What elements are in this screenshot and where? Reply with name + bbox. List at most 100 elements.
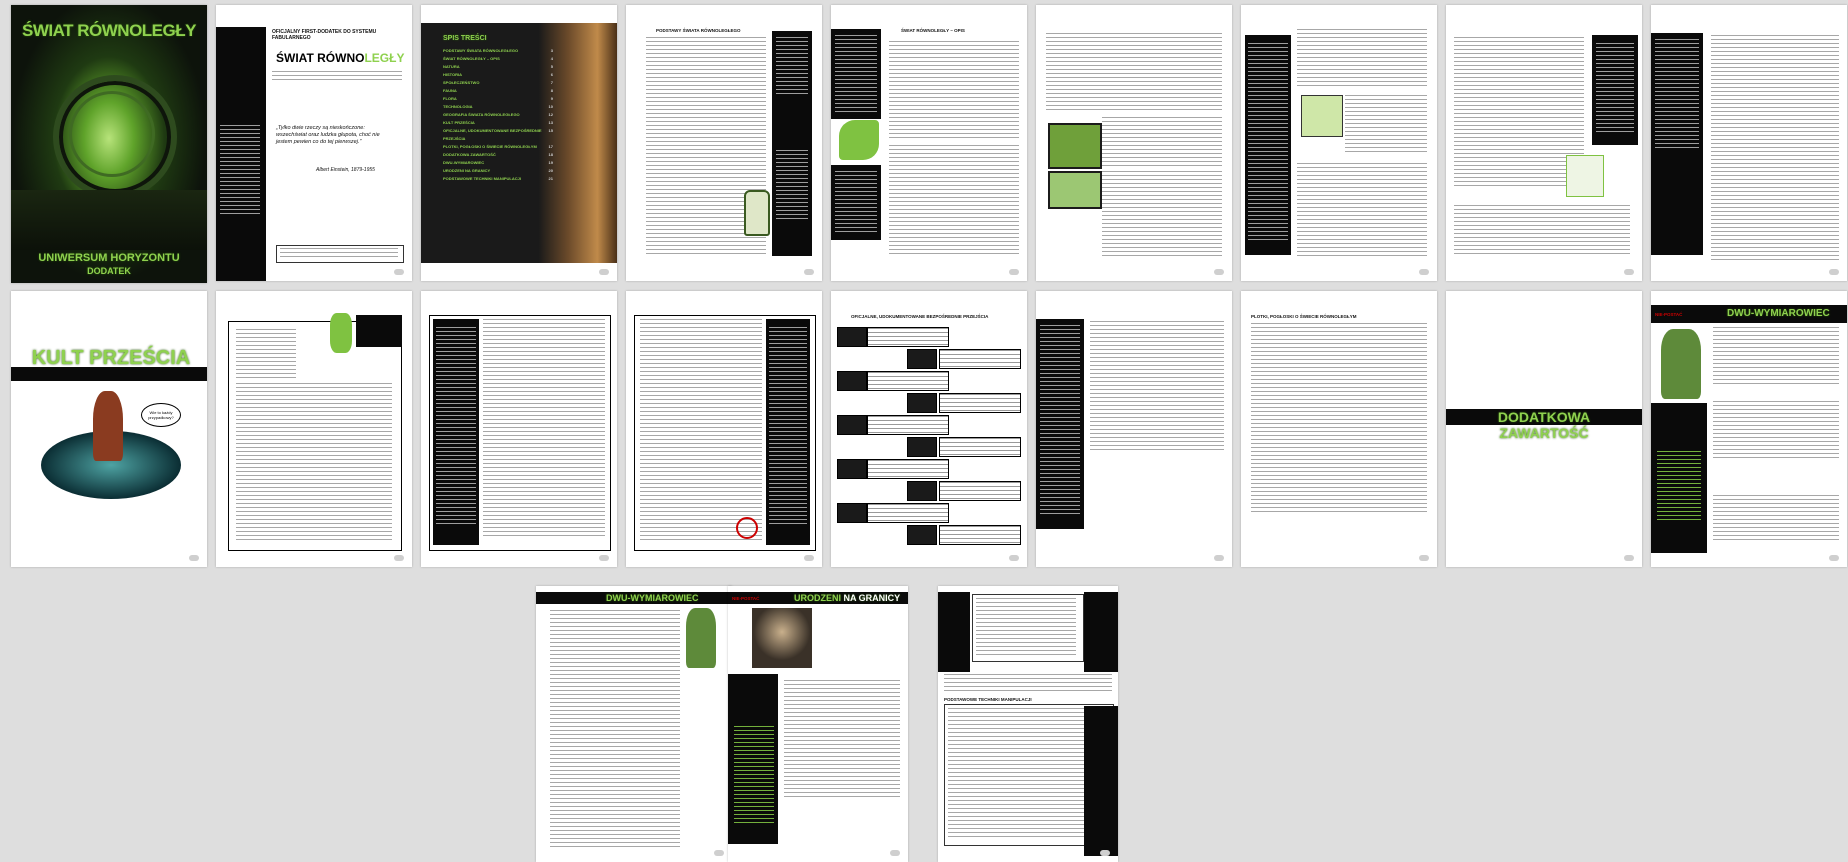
page-thumbnail-20[interactable]: NIE-POSTAĆ URODZENI NA GRANICY [728, 586, 908, 862]
toc-entry-label: HISTORIA [443, 72, 463, 77]
page-thumbnail-11[interactable] [216, 291, 412, 567]
robot-illustration [839, 120, 879, 160]
page-thumbnail-18[interactable]: NIE-POSTAĆ DWU-WYMIAROWIEC [1651, 291, 1847, 567]
toc-entry-page: 6 [550, 72, 553, 77]
toc-entry-label: GEOGRAFIA ŚWIATA RÓWNOLEGŁEGO [443, 112, 520, 117]
page-4-title: PODSTAWY ŚWIATA RÓWNOLEGŁEGO [656, 28, 741, 33]
crossing-thumbnail [837, 327, 867, 347]
page-thumbnail-14[interactable]: OFICJALNE, UDOKUMENTOWANE BEZPOŚREDNIE P… [831, 291, 1027, 567]
toc-entry[interactable]: OFICJALNE, UDOKUMENTOWANE BEZPOŚREDNIE P… [443, 127, 553, 143]
toc-entry[interactable]: DWU-WYMIAROWIEC 19 [443, 159, 553, 167]
logo-part-3: LEGŁY [364, 51, 405, 65]
toc-entry-label: SPOŁECZEŃSTWO [443, 80, 480, 85]
page-thumbnail-8[interactable] [1446, 5, 1642, 281]
page-thumbnail-19[interactable]: DWU-WYMIAROWIEC [536, 586, 732, 862]
toc-entry[interactable]: PODSTAWY ŚWIATA RÓWNOLEGŁEGO 3 [443, 47, 553, 55]
page-number-badge [1214, 555, 1224, 561]
crossing-row [837, 391, 1021, 413]
page-thumbnail-6[interactable] [1036, 5, 1232, 281]
crossing-description [939, 525, 1021, 545]
crossing-thumbnail [907, 349, 937, 369]
page-thumbnail-7[interactable] [1241, 5, 1437, 281]
toc-entry[interactable]: FAUNA 8 [443, 87, 553, 95]
crossing-thumbnail [837, 371, 867, 391]
page-thumbnail-12[interactable] [421, 291, 617, 567]
page-number-badge [1100, 850, 1110, 856]
toc-entry-label: FAUNA [443, 88, 457, 93]
toc-entry-label: OFICJALNE, UDOKUMENTOWANE BEZPOŚREDNIE P… [443, 128, 542, 141]
page-thumbnail-17[interactable]: DODATKOWA ZAWARTOŚĆ [1446, 291, 1642, 567]
toc-entry-page: 10 [548, 104, 553, 109]
toc-title: SPIS TREŚCI [443, 35, 487, 42]
page-number-badge [189, 555, 199, 561]
crossing-row [837, 347, 1021, 369]
toc-entry[interactable]: TECHNOLOGIA 10 [443, 103, 553, 111]
page-thumbnail-2[interactable]: OFICJALNY FIRST-DODATEK DO SYSTEMU FABUL… [216, 5, 412, 281]
toc-entry-page: 12 [548, 112, 553, 117]
toc-entry[interactable]: FLORA 9 [443, 95, 553, 103]
crossing-row [837, 325, 1021, 347]
toc-entry-label: TECHNOLOGIA [443, 104, 473, 109]
toc-entry-label: DODATKOWA ZAWARTOŚĆ [443, 152, 496, 157]
toc-entry-label: KULT PRZEŚCIA [443, 120, 475, 125]
page-14-title: OFICJALNE, UDOKUMENTOWANE BEZPOŚREDNIE P… [851, 314, 989, 319]
page-thumbnail-16[interactable]: PLOTKI, POGŁOSKI O ŚWIECIE RÓWNOLEGŁYM [1241, 291, 1437, 567]
page-number-badge [599, 555, 609, 561]
toc-entry-label: PODSTAWOWE TECHNIKI MANIPULACJI [443, 176, 521, 181]
toc-entry-page: 15 [548, 128, 553, 133]
page-thumbnail-1[interactable]: ŚWIAT RÓWNOLEGŁY UNIWERSUM HORYZONTU DOD… [11, 5, 207, 283]
toc-entry-page: 3 [550, 48, 553, 53]
crossing-description [867, 415, 949, 435]
toc-entry[interactable]: GEOGRAFIA ŚWIATA RÓWNOLEGŁEGO 12 [443, 111, 553, 119]
crossing-thumbnail [907, 437, 937, 457]
toc-entry-page: 18 [548, 152, 553, 157]
page-thumbnail-15[interactable] [1036, 291, 1232, 567]
toc-entry-page: 21 [548, 176, 553, 181]
page-number-badge [804, 269, 814, 275]
crossing-thumbnail [837, 415, 867, 435]
page-20-title-part-1: URODZENI [794, 593, 841, 603]
crossing-row [837, 501, 1021, 523]
crossing-description [867, 371, 949, 391]
toc-entry-page: 4 [550, 56, 553, 61]
page-thumbnail-4[interactable]: PODSTAWY ŚWIATA RÓWNOLEGŁEGO [626, 5, 822, 281]
toc-entry-page: 19 [548, 160, 553, 165]
page-20-title: URODZENI NA GRANICY [794, 593, 900, 603]
toc-entry-label: ŚWIAT RÓWNOLEGŁY – OPIS [443, 56, 500, 61]
toc-entry[interactable]: NATURA 5 [443, 63, 553, 71]
page-thumbnail-21[interactable]: PODSTAWOWE TECHNIKI MANIPULACJI [938, 586, 1118, 862]
page-number-badge [394, 555, 404, 561]
toc-entry-label: PODSTAWY ŚWIATA RÓWNOLEGŁEGO [443, 48, 519, 53]
page-18-title: DWU-WYMIAROWIEC [1727, 308, 1830, 319]
page-thumbnail-10[interactable]: KULT PRZEŚCIA Wie to każdy przypadkowy? [11, 291, 207, 567]
toc-entry-label: NATURA [443, 64, 460, 69]
page-21-title: PODSTAWOWE TECHNIKI MANIPULACJI [944, 697, 1032, 702]
toc-entry-page: 5 [550, 64, 553, 69]
toc-entry[interactable]: URODZENI NA GRANICY 20 [443, 167, 553, 175]
crossing-description [867, 327, 949, 347]
crossing-description [939, 437, 1021, 457]
page-number-badge [599, 269, 609, 275]
crossing-description [867, 503, 949, 523]
cover-title: ŚWIAT RÓWNOLEGŁY [22, 21, 196, 40]
toc-entry[interactable]: DODATKOWA ZAWARTOŚĆ 18 [443, 151, 553, 159]
quote-author: Albert Einstein, 1879-1955 [316, 167, 375, 173]
logo: ŚWIAT RÓWNOLEGŁY [276, 51, 404, 65]
page-number-badge [804, 555, 814, 561]
toc-entry[interactable]: ŚWIAT RÓWNOLEGŁY – OPIS 4 [443, 55, 553, 63]
toc-entry[interactable]: KULT PRZEŚCIA 13 [443, 119, 553, 127]
page-thumbnail-5[interactable]: ŚWIAT RÓWNOLEGŁY – OPIS [831, 5, 1027, 281]
toc-entry[interactable]: PODSTAWOWE TECHNIKI MANIPULACJI 21 [443, 175, 553, 183]
toc-entry[interactable]: PLOTKI, POGŁOSKI O ŚWIECIE RÓWNOLEGŁYM 17 [443, 143, 553, 151]
page-18-tag: NIE-POSTAĆ [1655, 312, 1683, 317]
toc-entry[interactable]: HISTORIA 6 [443, 71, 553, 79]
page-thumbnail-3[interactable]: SPIS TREŚCI PODSTAWY ŚWIATA RÓWNOLEGŁEGO… [421, 5, 617, 281]
speech-text: Wie to każdy przypadkowy? [148, 410, 174, 420]
page-number-badge [714, 850, 724, 856]
page-thumbnail-13[interactable] [626, 291, 822, 567]
toc-entry[interactable]: SPOŁECZEŃSTWO 7 [443, 79, 553, 87]
page-16-title: PLOTKI, POGŁOSKI O ŚWIECIE RÓWNOLEGŁYM [1251, 314, 1357, 319]
cover-subtitle: UNIWERSUM HORYZONTU [38, 252, 180, 264]
toc-entry-page: 7 [550, 80, 553, 85]
page-thumbnail-9[interactable] [1651, 5, 1847, 281]
